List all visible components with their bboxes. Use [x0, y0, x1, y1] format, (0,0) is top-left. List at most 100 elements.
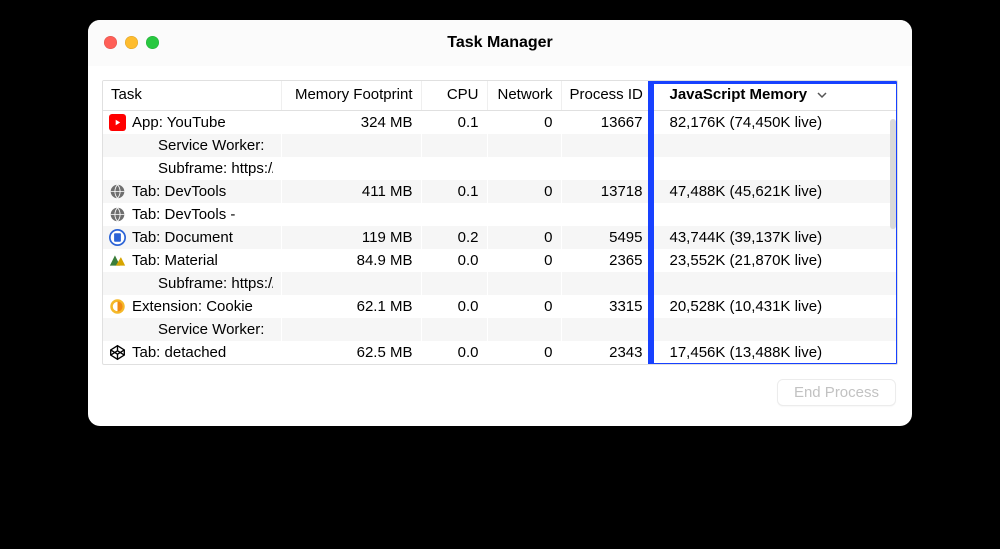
col-memory[interactable]: Memory Footprint [281, 81, 421, 110]
cell-js-memory [651, 157, 897, 180]
cell-js-memory: 47,488K (45,621K live) [651, 180, 897, 203]
cell-task: Extension: Cookie [103, 295, 281, 318]
process-table: Task Memory Footprint CPU Network Proces… [103, 81, 897, 364]
table-row[interactable]: Subframe: https:// [103, 272, 897, 295]
cell-js-memory: 20,528K (10,431K live) [651, 295, 897, 318]
minimize-icon[interactable] [125, 36, 138, 49]
cell-js-memory [651, 203, 897, 226]
cell-memory: 324 MB [281, 110, 421, 134]
codepen-icon [109, 344, 126, 361]
window-title: Task Manager [447, 34, 553, 52]
window-controls [104, 36, 159, 49]
zoom-icon[interactable] [146, 36, 159, 49]
cell-task: Tab: Document [103, 226, 281, 249]
task-label: Tab: DevTools - [132, 204, 235, 225]
cell-network: 0 [487, 341, 561, 364]
cell-pid: 3315 [561, 295, 651, 318]
cell-task: Tab: DevTools - [103, 203, 281, 226]
cell-network [487, 157, 561, 180]
col-pid[interactable]: Process ID [561, 81, 651, 110]
cell-memory [281, 134, 421, 157]
cell-cpu [421, 134, 487, 157]
blank-icon [135, 275, 152, 292]
cell-pid: 13718 [561, 180, 651, 203]
globe-icon [109, 206, 126, 223]
table-row[interactable]: Service Worker: [103, 134, 897, 157]
blank-icon [135, 321, 152, 338]
cookie-icon [109, 298, 126, 315]
globe-icon [109, 183, 126, 200]
cell-js-memory [651, 134, 897, 157]
cell-cpu: 0.0 [421, 341, 487, 364]
task-label: Subframe: https:// [158, 273, 273, 294]
task-label: Service Worker: [158, 319, 264, 340]
cell-memory [281, 318, 421, 341]
col-js-memory-label: JavaScript Memory [670, 86, 808, 103]
col-js-memory[interactable]: JavaScript Memory [651, 81, 897, 110]
table-row[interactable]: Extension: Cookie62.1 MB0.00331520,528K … [103, 295, 897, 318]
cell-network: 0 [487, 295, 561, 318]
cell-memory: 84.9 MB [281, 249, 421, 272]
process-table-body: App: YouTube324 MB0.101366782,176K (74,4… [103, 110, 897, 364]
cell-js-memory [651, 318, 897, 341]
close-icon[interactable] [104, 36, 117, 49]
cell-task: Service Worker: [103, 318, 281, 341]
task-label: App: YouTube [132, 112, 226, 133]
cell-memory: 411 MB [281, 180, 421, 203]
cell-js-memory: 43,744K (39,137K live) [651, 226, 897, 249]
cell-cpu: 0.0 [421, 295, 487, 318]
cell-memory [281, 203, 421, 226]
col-network[interactable]: Network [487, 81, 561, 110]
task-label: Extension: Cookie [132, 296, 253, 317]
cell-pid [561, 318, 651, 341]
task-label: Tab: detached [132, 342, 226, 363]
task-label: Service Worker: [158, 135, 264, 156]
cell-memory [281, 157, 421, 180]
task-manager-window: Task Manager Task Memory Footprint CPU N… [88, 20, 912, 426]
cell-network: 0 [487, 180, 561, 203]
table-row[interactable]: Tab: Material 84.9 MB0.00236523,552K (21,… [103, 249, 897, 272]
end-process-button[interactable]: End Process [777, 379, 896, 406]
titlebar: Task Manager [88, 20, 912, 66]
cell-network: 0 [487, 249, 561, 272]
cell-cpu: 0.0 [421, 249, 487, 272]
task-label: Subframe: https:// [158, 158, 273, 179]
table-row[interactable]: Subframe: https:// [103, 157, 897, 180]
cell-network: 0 [487, 110, 561, 134]
table-row[interactable]: Tab: detached62.5 MB0.00234317,456K (13,… [103, 341, 897, 364]
chevron-down-icon [817, 87, 827, 104]
table-row[interactable]: Tab: DevTools411 MB0.101371847,488K (45,… [103, 180, 897, 203]
cell-task: Tab: Material [103, 249, 281, 272]
cell-pid [561, 272, 651, 295]
scrollbar-thumb[interactable] [890, 119, 896, 229]
cell-network: 0 [487, 226, 561, 249]
cell-pid [561, 203, 651, 226]
cell-task: Subframe: https:// [103, 272, 281, 295]
cell-cpu [421, 272, 487, 295]
cell-js-memory: 82,176K (74,450K live) [651, 110, 897, 134]
table-row[interactable]: App: YouTube324 MB0.101366782,176K (74,4… [103, 110, 897, 134]
blank-icon [135, 137, 152, 154]
cell-task: Tab: detached [103, 341, 281, 364]
cell-cpu [421, 157, 487, 180]
cell-cpu: 0.1 [421, 180, 487, 203]
cell-task: Subframe: https:// [103, 157, 281, 180]
cell-network [487, 272, 561, 295]
cell-cpu: 0.2 [421, 226, 487, 249]
col-cpu[interactable]: CPU [421, 81, 487, 110]
task-label: Tab: Material [132, 250, 218, 271]
table-row[interactable]: Tab: DevTools - [103, 203, 897, 226]
header-row: Task Memory Footprint CPU Network Proces… [103, 81, 897, 110]
cell-js-memory: 23,552K (21,870K live) [651, 249, 897, 272]
cell-pid [561, 134, 651, 157]
cell-network [487, 318, 561, 341]
cell-pid: 2365 [561, 249, 651, 272]
task-label: Tab: Document [132, 227, 233, 248]
cell-pid [561, 157, 651, 180]
footer: End Process [102, 365, 898, 408]
cell-task: Tab: DevTools [103, 180, 281, 203]
col-task[interactable]: Task [103, 81, 281, 110]
table-row[interactable]: Tab: Document119 MB0.20549543,744K (39,1… [103, 226, 897, 249]
table-row[interactable]: Service Worker: [103, 318, 897, 341]
process-table-container: Task Memory Footprint CPU Network Proces… [102, 80, 898, 365]
